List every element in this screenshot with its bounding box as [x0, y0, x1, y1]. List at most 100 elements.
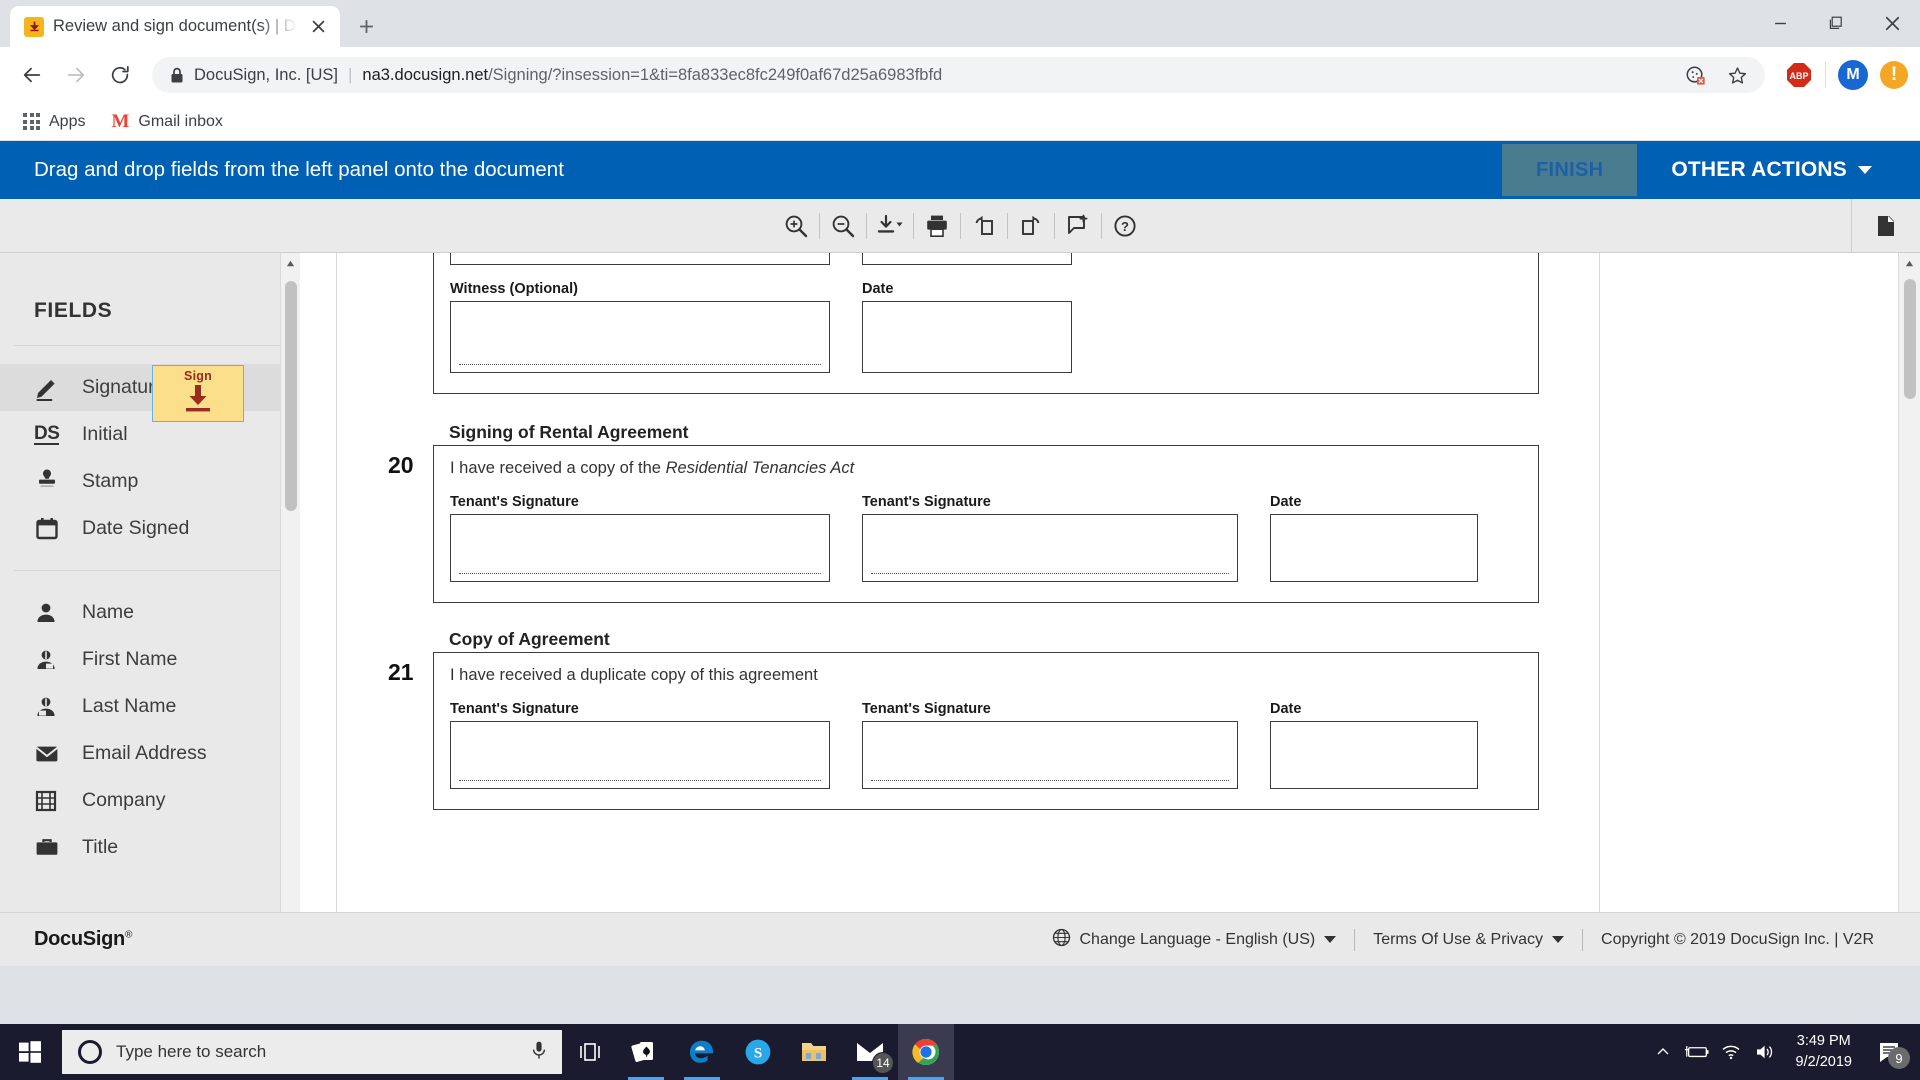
download-icon[interactable] [867, 206, 913, 246]
scroll-up-arrow-icon[interactable] [281, 253, 300, 273]
tab-title: Review and sign document(s) | Do [53, 17, 297, 35]
wifi-icon[interactable] [1714, 1024, 1748, 1080]
task-view-icon[interactable] [562, 1024, 618, 1080]
file-explorer-icon[interactable] [786, 1024, 842, 1080]
browser-tab[interactable]: Review and sign document(s) | Do [10, 6, 340, 47]
document-vertical-scrollbar[interactable] [1898, 253, 1920, 944]
scroll-up-arrow-icon[interactable] [1899, 253, 1920, 273]
document-scroll-thumb[interactable] [1904, 279, 1916, 399]
date-field-box[interactable] [1270, 514, 1478, 582]
sign-drag-chip[interactable]: Sign [152, 365, 244, 422]
skype-icon[interactable]: S [730, 1024, 786, 1080]
microphone-icon[interactable] [530, 1040, 548, 1065]
update-alert-icon[interactable]: ! [1880, 61, 1908, 89]
adblock-plus-icon[interactable]: ABP [1785, 61, 1813, 89]
show-hidden-icons[interactable] [1646, 1024, 1680, 1080]
search-input[interactable]: Type here to search [62, 1030, 562, 1074]
rotate-left-icon[interactable] [961, 206, 1007, 246]
print-icon[interactable] [914, 206, 960, 246]
field-label: Tenant's Signature [450, 494, 579, 510]
chrome-icon[interactable] [898, 1024, 954, 1080]
terms-privacy-menu[interactable]: Terms Of Use & Privacy [1355, 931, 1582, 949]
divider [1825, 62, 1826, 88]
sidebar-scrollbar[interactable] [280, 253, 300, 966]
sidebar-item-label: Initial [82, 423, 128, 445]
cortana-circle-icon [78, 1040, 102, 1064]
url-separator: | [347, 65, 353, 84]
section-number: 21 [388, 659, 414, 685]
docusign-favicon [24, 16, 44, 37]
section-body: 21 I have received a duplicate copy of t… [388, 652, 1539, 810]
cookie-blocked-icon[interactable] [1675, 55, 1715, 95]
help-icon[interactable]: ? [1102, 206, 1148, 246]
document-page: Witness (Optional) Date Signing of Renta… [336, 253, 1600, 944]
zoom-out-icon[interactable] [820, 206, 866, 246]
date-field-box[interactable] [1270, 721, 1478, 789]
globe-icon [1052, 928, 1071, 952]
change-language-menu[interactable]: Change Language - English (US) [1034, 928, 1355, 952]
bookmark-star-icon[interactable] [1717, 55, 1757, 95]
field-group-date: Date [1270, 701, 1478, 789]
signature-field-box[interactable] [450, 301, 830, 373]
mail-icon[interactable]: 14 [842, 1024, 898, 1080]
sidebar-scroll-thumb[interactable] [285, 281, 297, 511]
signature-field-box[interactable] [450, 721, 830, 789]
sidebar-item-signature[interactable]: Signature [0, 364, 300, 411]
back-button[interactable] [12, 55, 52, 95]
section-statement: I have received a duplicate copy of this… [450, 666, 1522, 685]
other-actions-menu[interactable]: OTHER ACTIONS [1637, 158, 1892, 182]
page-thumbnails-icon[interactable] [1851, 199, 1920, 253]
bookmark-gmail-inbox[interactable]: M Gmail inbox [102, 108, 231, 135]
chevron-down-icon [1552, 936, 1565, 943]
registered-mark: ® [124, 929, 133, 941]
url-text: DocuSign, Inc. [US] | na3.docusign.net /… [194, 65, 942, 85]
close-icon[interactable] [306, 15, 330, 39]
maximize-restore-button[interactable] [1808, 0, 1864, 46]
building-icon [34, 789, 82, 813]
field-group-date: Date [862, 281, 1072, 373]
zoom-in-icon[interactable] [773, 206, 819, 246]
sidebar-item-initial[interactable]: DS Initial [0, 411, 300, 458]
sidebar-item-title[interactable]: Title [0, 824, 300, 871]
document-section-20: Signing of Rental Agreement 20 I have re… [388, 422, 1539, 603]
finish-button[interactable]: FINISH [1501, 144, 1638, 196]
edge-icon[interactable] [674, 1024, 730, 1080]
volume-icon[interactable] [1748, 1024, 1782, 1080]
sign-chip-label: Sign [184, 369, 212, 383]
sidebar-item-company[interactable]: Company [0, 777, 300, 824]
sidebar-item-first-name[interactable]: First Name [0, 636, 300, 683]
new-tab-button[interactable] [348, 8, 384, 44]
bookmark-label: Apps [49, 112, 86, 130]
sidebar-item-email-address[interactable]: Email Address [0, 730, 300, 777]
add-comment-icon[interactable] [1055, 206, 1101, 246]
action-center-icon[interactable]: 9 [1866, 1024, 1914, 1080]
sidebar-item-name[interactable]: Name [0, 589, 300, 636]
signature-field-box[interactable] [862, 514, 1238, 582]
date-field-box[interactable] [862, 301, 1072, 373]
windows-start-icon[interactable] [0, 1024, 60, 1080]
close-window-button[interactable] [1864, 0, 1920, 46]
sidebar-item-stamp[interactable]: Stamp [0, 458, 300, 505]
sidebar-item-date-signed[interactable]: Date Signed [0, 505, 300, 552]
address-bar[interactable]: DocuSign, Inc. [US] | na3.docusign.net /… [152, 57, 1765, 93]
window-controls [1752, 0, 1920, 46]
pen-signature-icon [34, 374, 82, 402]
solitaire-icon[interactable] [618, 1024, 674, 1080]
bookmark-apps[interactable]: Apps [14, 109, 94, 135]
docusign-footer: DocuSign® Change Language - English (US)… [0, 912, 1920, 966]
signature-field-box[interactable] [450, 514, 830, 582]
signature-field-box[interactable] [862, 721, 1238, 789]
reload-button[interactable] [100, 55, 140, 95]
battery-charging-icon[interactable] [1680, 1024, 1714, 1080]
terms-label: Terms Of Use & Privacy [1373, 930, 1544, 948]
rotate-right-icon[interactable] [1008, 206, 1054, 246]
forward-button[interactable] [56, 55, 96, 95]
profile-avatar[interactable]: M [1838, 60, 1868, 90]
svg-text:S: S [754, 1046, 762, 1062]
sidebar-item-label: Date Signed [82, 517, 190, 539]
calendar-icon [34, 516, 82, 542]
clock[interactable]: 3:49 PM 9/2/2019 [1782, 1031, 1866, 1073]
minimize-button[interactable] [1752, 0, 1808, 46]
section-number: 20 [388, 452, 414, 478]
sidebar-item-last-name[interactable]: Last Name [0, 683, 300, 730]
